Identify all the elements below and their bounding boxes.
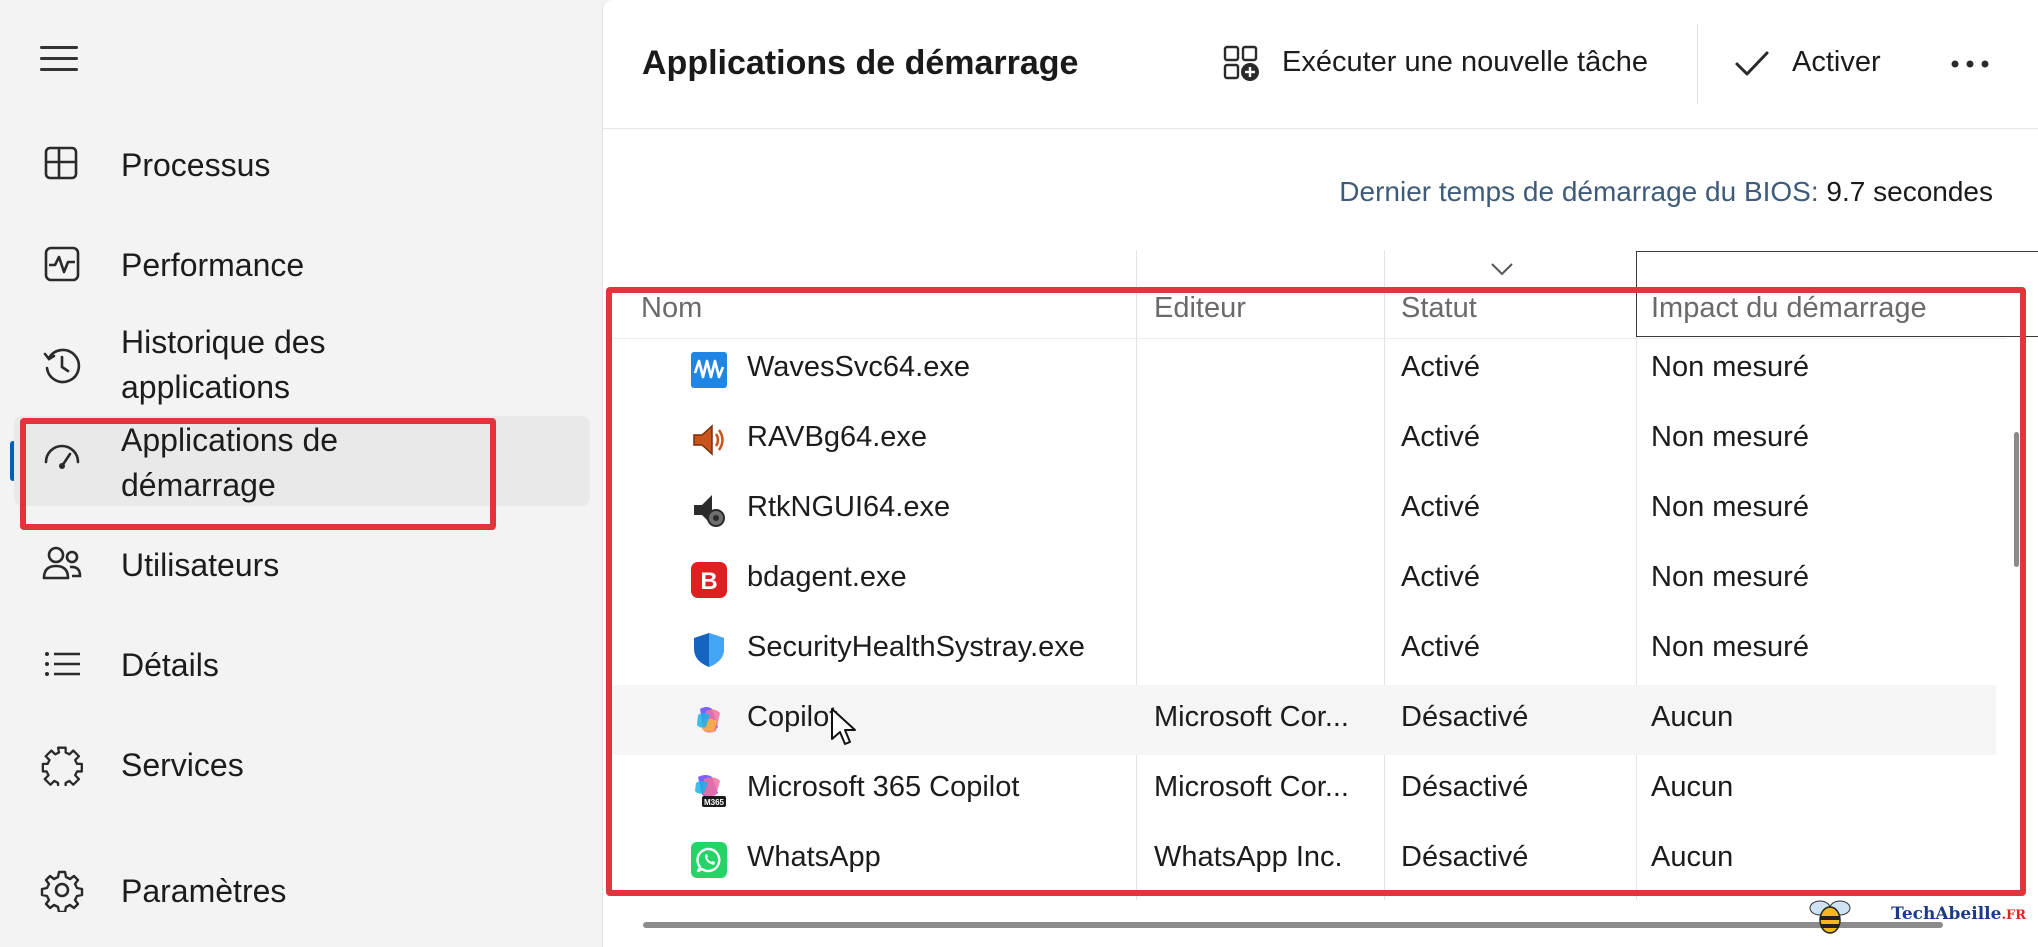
sidebar-item-app-history[interactable]: Historique des applications <box>14 318 590 414</box>
toolbar-separator <box>1697 24 1698 104</box>
sidebar-item-label: Processus <box>121 147 271 183</box>
more-options-button[interactable] <box>1946 36 1996 92</box>
table-highlight-box <box>606 287 2026 896</box>
chevron-down-icon[interactable] <box>1490 262 1514 276</box>
menu-icon[interactable] <box>40 44 78 74</box>
gear-icon <box>40 870 84 912</box>
sidebar-item-label: Historique des applications <box>121 324 326 405</box>
processes-icon <box>44 146 78 180</box>
watermark-logo: TechAbeille.FR <box>1806 896 2026 936</box>
enable-label: Activer <box>1792 46 1881 78</box>
sidebar-item-settings[interactable]: Paramètres <box>14 866 590 916</box>
run-new-task-button[interactable]: Exécuter une nouvelle tâche <box>1220 36 1670 92</box>
bios-value: 9.7 secondes <box>1826 176 1993 207</box>
sidebar-item-performance[interactable]: Performance <box>14 240 590 290</box>
bios-label: Dernier temps de démarrage du BIOS: <box>1339 176 1819 207</box>
sidebar-item-label: Détails <box>121 647 219 683</box>
checkmark-icon <box>1735 51 1769 76</box>
services-icon <box>41 746 83 786</box>
more-icon <box>1951 60 1989 68</box>
app-history-icon <box>43 348 81 384</box>
details-icon <box>45 652 80 676</box>
new-task-icon <box>1223 45 1259 81</box>
bios-last-time: Dernier temps de démarrage du BIOS: 9.7 … <box>1339 176 1993 208</box>
sidebar-highlight-box <box>20 418 496 530</box>
users-icon <box>42 546 82 580</box>
sidebar-item-processus[interactable]: Processus <box>14 140 590 190</box>
sidebar-item-label: Paramètres <box>121 873 287 909</box>
bee-icon <box>1809 900 1851 934</box>
sidebar-item-label: Utilisateurs <box>121 547 280 583</box>
page-title: Applications de démarrage <box>642 44 1079 82</box>
run-new-task-label: Exécuter une nouvelle tâche <box>1282 46 1648 78</box>
sidebar-item-services[interactable]: Services <box>14 740 590 790</box>
horizontal-scrollbar[interactable] <box>643 922 1943 928</box>
watermark-name: TechAbeille <box>1891 904 2002 924</box>
enable-button[interactable]: Activer <box>1730 36 1900 92</box>
sidebar-item-label: Performance <box>121 247 305 283</box>
performance-icon <box>44 246 80 282</box>
sidebar-item-details[interactable]: Détails <box>14 640 590 690</box>
sidebar-item-label: Services <box>121 747 244 783</box>
sidebar-item-users[interactable]: Utilisateurs <box>14 540 590 590</box>
watermark-text: TechAbeille.FR <box>1891 904 2026 924</box>
watermark-suffix: .FR <box>2001 908 2026 923</box>
vertical-scrollbar[interactable] <box>2014 432 2019 567</box>
